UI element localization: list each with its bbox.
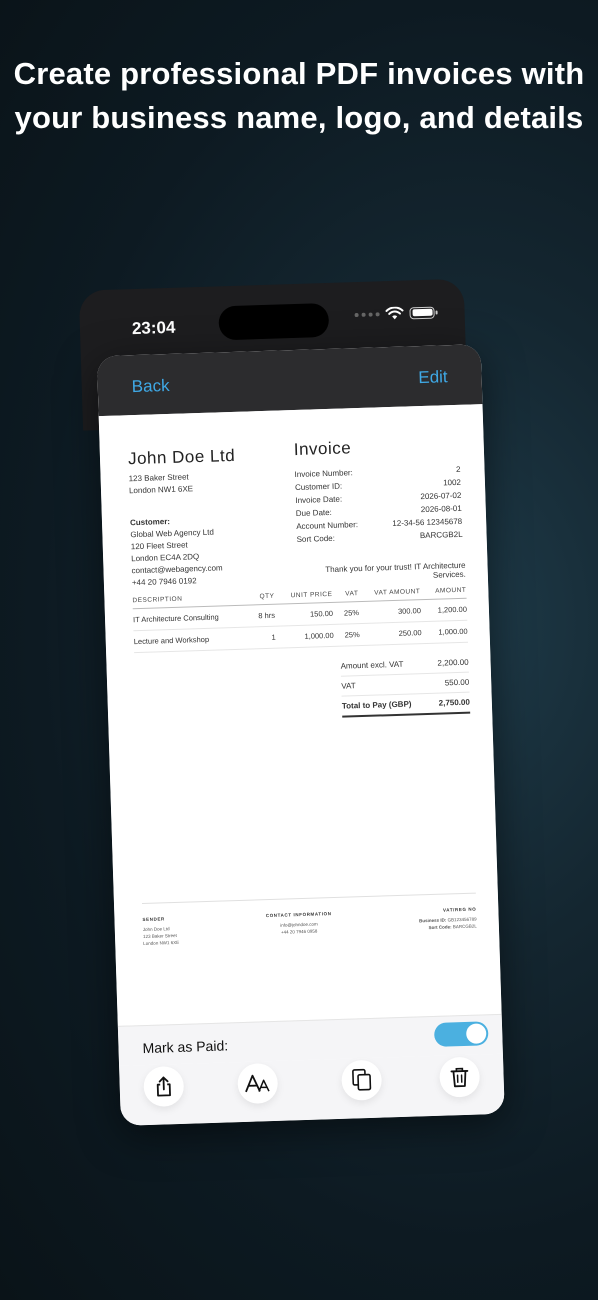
col-vat: VAT [345, 590, 359, 598]
delete-button[interactable] [438, 1056, 481, 1098]
company-address-line-2: London NW1 6XE [128, 484, 194, 496]
customer-phone: +44 20 7946 0192 [131, 576, 197, 588]
col-qty: QTY [259, 592, 275, 601]
line-items-table: DESCRIPTION QTY UNIT PRICE VAT VAT AMOUN… [132, 586, 468, 654]
edit-button[interactable]: Edit [418, 367, 448, 388]
share-icon [156, 1076, 171, 1097]
invoice-title: Invoice [293, 438, 352, 460]
footer-sender: SENDER John Doe Ltd 123 Baker Street Lon… [142, 916, 180, 947]
headline-line-1: Create professional PDF invoices with [13, 56, 585, 91]
col-unit-price: UNIT PRICE [290, 590, 333, 600]
status-time: 23:04 [131, 317, 176, 339]
signal-icon [354, 311, 380, 317]
invoice-preview[interactable]: John Doe Ltd 123 Baker Street London NW1… [98, 404, 502, 1026]
customer-block: Customer: Global Web Agency Ltd 120 Flee… [130, 514, 223, 589]
share-button[interactable] [143, 1065, 185, 1108]
promo-headline: Create professional PDF invoices with yo… [0, 52, 598, 140]
totals-block: Amount excl. VAT 2,200.00 VAT 550.00 Total… [340, 652, 471, 718]
status-icons [354, 306, 435, 322]
col-amount: AMOUNT [435, 586, 467, 595]
mark-paid-label: Mark as Paid: [142, 1037, 229, 1057]
col-description: DESCRIPTION [132, 595, 183, 605]
font-size-button[interactable] [237, 1062, 279, 1105]
thank-you-note: Thank you for your trust! IT Architectur… [325, 560, 466, 580]
invoice-meta: Invoice Number: 2 Customer ID: 1002 Invoic… [294, 463, 462, 546]
invoice-sheet: Back Edit John Doe Ltd 123 Baker Street … [96, 344, 505, 1126]
invoice-footer: SENDER John Doe Ltd 123 Baker Street Lon… [141, 892, 478, 948]
copy-button[interactable] [341, 1059, 383, 1101]
toggle-knob [465, 1023, 487, 1044]
company-name: John Doe Ltd [127, 445, 236, 469]
back-button[interactable]: Back [131, 376, 169, 397]
battery-icon [409, 306, 435, 319]
copy-icon [352, 1068, 372, 1091]
font-size-icon [245, 1074, 270, 1093]
wifi-icon [385, 306, 404, 320]
phone-mockup: 23:04 Back Edit John Doe Ltd 123 Baker S… [78, 278, 505, 1126]
footer-contact: CONTACT INFORMATION info@johndoe.com +44… [265, 911, 332, 935]
trash-icon [450, 1067, 469, 1088]
headline-line-2: your business name, logo, and details [14, 100, 584, 135]
dynamic-island [218, 302, 330, 341]
col-vat-amount: VAT AMOUNT [374, 588, 421, 597]
company-address: 123 Baker Street London NW1 6XE [128, 471, 194, 497]
mark-paid-toggle[interactable] [433, 1021, 489, 1047]
total-to-pay: Total to Pay (GBP) 2,750.00 [341, 692, 471, 718]
footer-vat: VAT/REG NO Business ID: GB123456789 Sort… [419, 906, 477, 931]
action-toolbar [119, 1053, 505, 1126]
